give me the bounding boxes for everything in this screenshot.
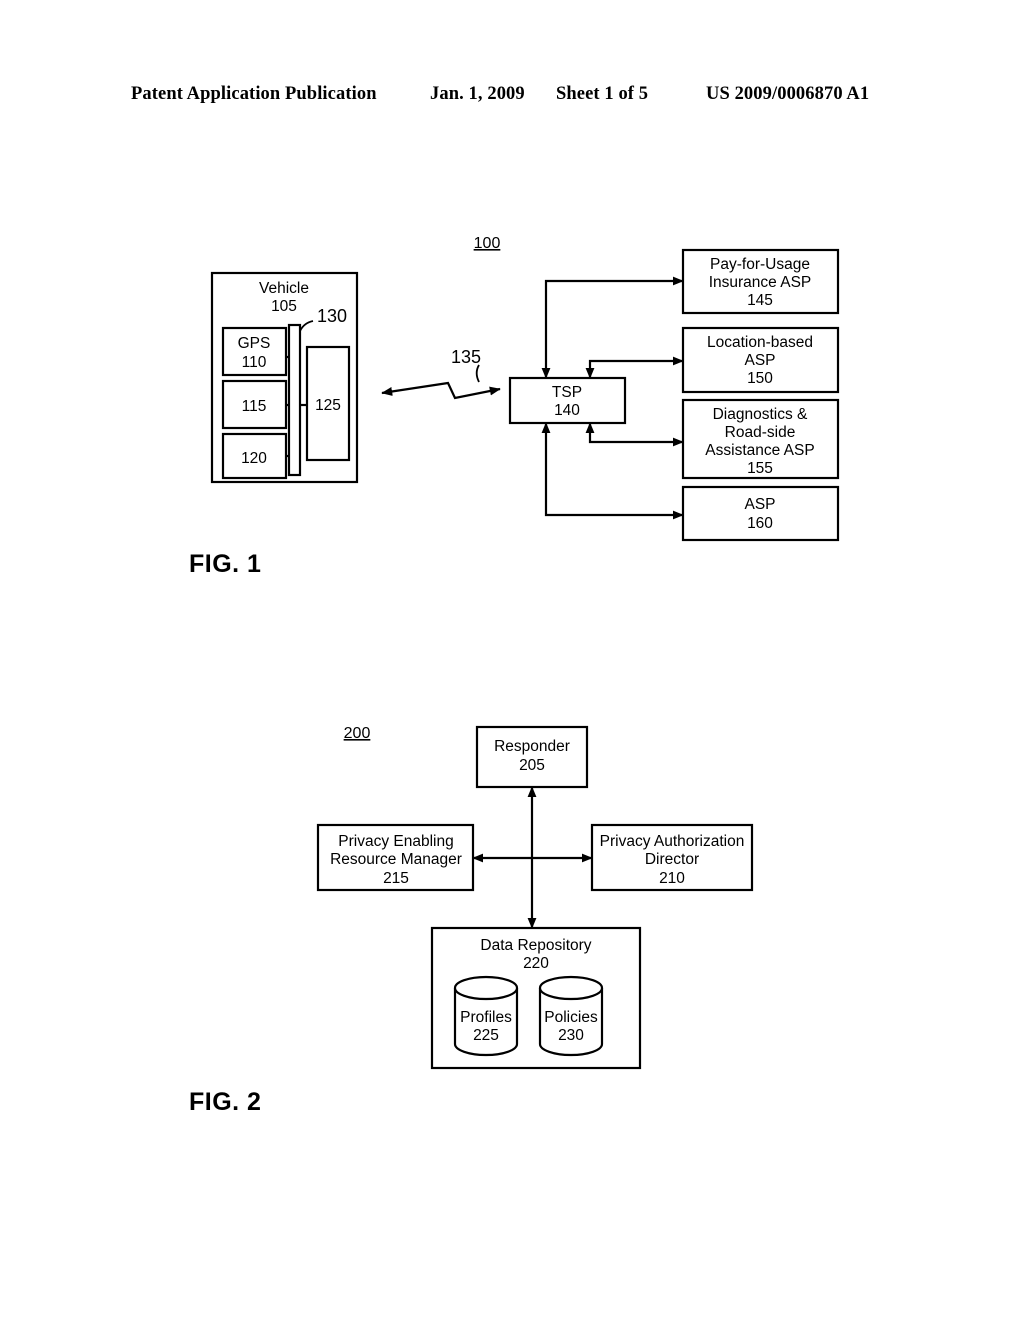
pad-line2: Director (645, 851, 699, 868)
figure-2-caption: FIG. 2 (189, 1088, 262, 1116)
asp-155-ref: 155 (747, 460, 773, 477)
asp-160-line1: ASP (744, 496, 775, 513)
bus-ref-130: 130 (317, 306, 347, 326)
perm-line1: Privacy Enabling (338, 833, 453, 850)
figure-1-diagram: 100 Vehicle 105 130 GPS 110 115 120 125 … (210, 235, 840, 542)
asp-145-line2: Insurance ASP (709, 274, 812, 291)
page-header: Patent Application Publication Jan. 1, 2… (0, 84, 1024, 112)
policies-label: Policies (544, 1009, 598, 1026)
pad-ref: 210 (659, 870, 685, 887)
asp-155-line1: Diagnostics & (713, 406, 808, 423)
asp-155-line2: Road-side (725, 424, 796, 441)
perm-line2: Resource Manager (330, 851, 462, 868)
responder-ref: 205 (519, 757, 545, 774)
figure-1-caption: FIG. 1 (189, 550, 262, 578)
asp-150-ref: 150 (747, 370, 773, 387)
system-ref-100: 100 (474, 235, 501, 252)
connector-tsp-145 (541, 276, 684, 379)
data-repository-label: Data Repository (480, 937, 591, 954)
asp-150-line1: Location-based (707, 334, 813, 351)
responder-label: Responder (494, 738, 570, 755)
wireless-link-135 (381, 381, 501, 400)
profiles-label: Profiles (460, 1009, 512, 1026)
component-ref-115: 115 (242, 398, 267, 415)
gps-label: GPS (238, 335, 271, 352)
connector-tsp-150 (585, 356, 684, 379)
connector-tsp-160 (541, 422, 684, 520)
vehicle-bus-130 (287, 323, 302, 477)
asp-145-ref: 145 (747, 292, 773, 309)
pad-line1: Privacy Authorization (600, 833, 745, 850)
profiles-ref: 225 (473, 1027, 499, 1044)
system-ref-200: 200 (344, 725, 371, 742)
gps-ref: 110 (242, 354, 267, 371)
profiles-cylinder-top (453, 975, 519, 1001)
tsp-ref: 140 (554, 402, 580, 419)
vehicle-title: Vehicle (259, 280, 309, 297)
perm-ref: 215 (383, 870, 409, 887)
connector-tsp-155 (585, 422, 684, 447)
asp-160-ref: 160 (747, 515, 773, 532)
policies-ref: 230 (558, 1027, 584, 1044)
asp-155-line3: Assistance ASP (705, 442, 814, 459)
asp-box-160 (681, 485, 840, 542)
wireless-ref-135: 135 (451, 347, 481, 367)
component-ref-125: 125 (315, 397, 341, 414)
asp-145-line1: Pay-for-Usage (710, 256, 810, 273)
publication-date: Jan. 1, 2009 (430, 84, 525, 104)
vehicle-ref: 105 (271, 298, 297, 315)
publication-label: Patent Application Publication (131, 84, 377, 104)
patent-number: US 2009/0006870 A1 (706, 84, 870, 104)
wireless-leader-line (475, 364, 480, 383)
sheet-number: Sheet 1 of 5 (556, 84, 649, 104)
tsp-label: TSP (552, 384, 582, 401)
policies-cylinder-top (538, 975, 604, 1001)
asp-150-line2: ASP (744, 352, 775, 369)
figure-2-diagram: 200 Responder 205 Privacy Enabling Resou… (316, 725, 754, 1070)
component-ref-120: 120 (241, 450, 267, 467)
data-repository-ref: 220 (523, 955, 549, 972)
